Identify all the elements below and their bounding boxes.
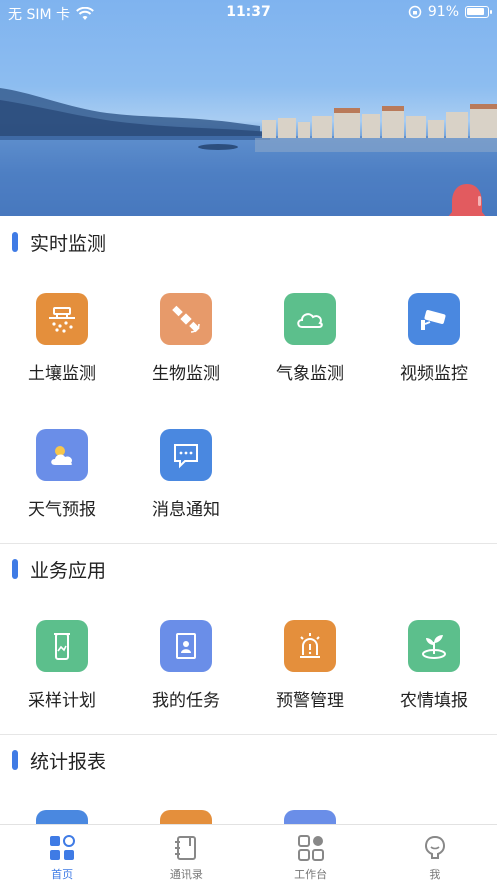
menu-item-label: 气象监测 xyxy=(276,364,344,384)
bottom-tab-bar: 首页 通讯录 工作台 我 xyxy=(0,824,497,883)
menu-item-label: 视频监控 xyxy=(400,364,468,384)
soil-icon xyxy=(36,293,88,345)
menu-item-biology[interactable]: 生物监测 xyxy=(124,293,248,403)
menu-item-crop-report[interactable]: 农情填报 xyxy=(372,620,496,730)
orientation-lock-icon xyxy=(408,5,422,19)
alarm-bell-icon[interactable] xyxy=(441,178,493,216)
tab-label: 通讯录 xyxy=(169,868,203,881)
test-tube-icon xyxy=(36,620,88,672)
section-business-header: 业务应用 xyxy=(0,544,497,594)
menu-item-label: 农情填报 xyxy=(400,691,468,711)
header-banner: 无 SIM 卡 11:37 91% xyxy=(0,0,497,216)
profile-icon xyxy=(424,835,445,859)
task-icon xyxy=(160,620,212,672)
menu-item-message[interactable]: 消息通知 xyxy=(124,429,248,539)
status-bar: 无 SIM 卡 11:37 91% xyxy=(0,0,497,26)
menu-item-my-tasks[interactable]: 我的任务 xyxy=(124,620,248,730)
tab-profile[interactable]: 我 xyxy=(373,825,497,883)
menu-item-label: 天气预报 xyxy=(28,500,96,520)
section-business-title: 业务应用 xyxy=(30,559,107,582)
stats-report-tile-3[interactable] xyxy=(284,810,336,824)
section-accent-bar xyxy=(12,559,18,579)
menu-item-soil[interactable]: 土壤监测 xyxy=(0,293,124,403)
stats-report-tile-2[interactable] xyxy=(160,810,212,824)
menu-item-label: 预警管理 xyxy=(276,691,344,711)
menu-item-alert-management[interactable]: 预警管理 xyxy=(248,620,372,730)
menu-item-video[interactable]: 视频监控 xyxy=(372,293,496,403)
sprout-icon xyxy=(408,620,460,672)
home-grid-icon xyxy=(50,835,76,860)
tab-label: 工作台 xyxy=(294,868,328,881)
section-realtime-header: 实时监测 xyxy=(0,217,497,267)
status-right: 91% xyxy=(408,4,492,20)
cloud-icon xyxy=(284,293,336,345)
menu-item-label: 生物监测 xyxy=(152,364,220,384)
battery-icon xyxy=(465,6,492,18)
contacts-icon xyxy=(175,836,197,860)
satellite-icon xyxy=(160,293,212,345)
menu-item-meteorology[interactable]: 气象监测 xyxy=(248,293,372,403)
workbench-icon xyxy=(297,835,324,861)
weather-icon xyxy=(36,429,88,481)
tab-workbench[interactable]: 工作台 xyxy=(249,825,373,883)
camera-icon xyxy=(408,293,460,345)
menu-item-weather[interactable]: 天气预报 xyxy=(0,429,124,539)
menu-item-label: 采样计划 xyxy=(28,691,96,711)
lake-landscape-image xyxy=(0,88,497,216)
tab-label: 首页 xyxy=(51,868,74,881)
tab-label: 我 xyxy=(429,868,441,881)
tab-contacts[interactable]: 通讯录 xyxy=(124,825,248,883)
battery-percent: 91% xyxy=(427,4,459,20)
menu-item-sampling-plan[interactable]: 采样计划 xyxy=(0,620,124,730)
message-icon xyxy=(160,429,212,481)
menu-item-label: 土壤监测 xyxy=(28,364,96,384)
stats-report-tile-1[interactable] xyxy=(36,810,88,824)
section-realtime-title: 实时监测 xyxy=(30,232,107,255)
section-accent-bar xyxy=(12,232,18,252)
menu-item-label: 我的任务 xyxy=(152,691,220,711)
alarm-icon xyxy=(284,620,336,672)
menu-item-label: 消息通知 xyxy=(152,500,220,520)
tab-home[interactable]: 首页 xyxy=(0,825,124,883)
section-stats-header: 统计报表 xyxy=(0,735,497,785)
section-accent-bar xyxy=(12,750,18,770)
section-stats-title: 统计报表 xyxy=(30,750,107,773)
